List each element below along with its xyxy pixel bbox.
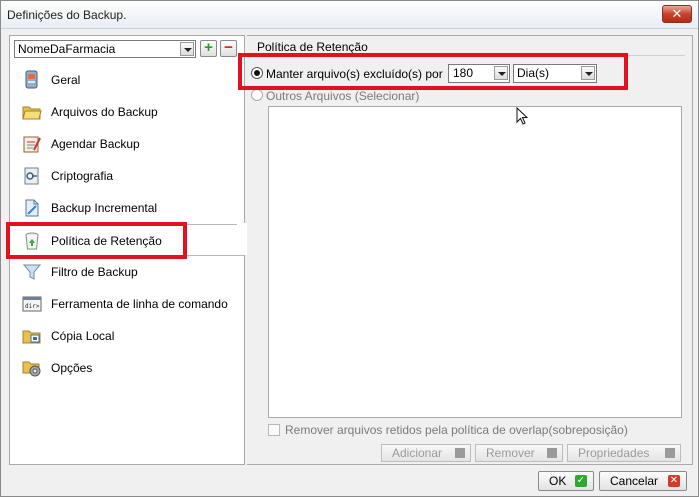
group-divider: [251, 55, 685, 56]
remove-file-button[interactable]: Remover: [475, 444, 563, 462]
schedule-icon: [22, 134, 42, 154]
chevron-down-icon[interactable]: [581, 66, 595, 80]
sidebar-item-ferramenta-de-linha-de-comando[interactable]: dir> Ferramenta de linha de comando: [10, 288, 244, 320]
sidebar-item-arquivos-do-backup[interactable]: Arquivos do Backup: [10, 96, 244, 128]
ok-button[interactable]: OK ✓: [538, 471, 594, 491]
retention-unit-value: Dia(s): [517, 66, 549, 80]
sidebar-item-label: Arquivos do Backup: [51, 105, 158, 119]
trash-icon: [547, 448, 557, 458]
sidebar-item-opcoes[interactable]: Opções: [10, 352, 244, 384]
add-file-label: Adicionar: [392, 446, 443, 460]
sidebar-item-politica-de-retencao[interactable]: Política de Retenção: [10, 224, 244, 256]
other-files-radio[interactable]: [251, 89, 263, 101]
sidebar-item-filtro-de-backup[interactable]: Filtro de Backup: [10, 256, 244, 288]
svg-text:dir>: dir>: [25, 303, 40, 310]
sidebar-item-backup-incremental[interactable]: Backup Incremental: [10, 192, 244, 224]
profile-row: NomeDaFarmacia + −: [14, 40, 240, 60]
sidebar-item-copia-local[interactable]: Cópia Local: [10, 320, 244, 352]
local-copy-icon: [22, 326, 42, 346]
chevron-down-icon[interactable]: [494, 66, 508, 80]
sidebar-item-label: Cópia Local: [51, 329, 115, 343]
document-icon: [455, 448, 465, 458]
sidebar-item-label: Política de Retenção: [51, 234, 162, 248]
retention-days-select[interactable]: 180: [448, 64, 510, 83]
mouse-pointer-icon: [516, 106, 530, 130]
sidebar-item-label: Agendar Backup: [51, 137, 140, 151]
add-file-button[interactable]: Adicionar: [381, 444, 471, 462]
encryption-icon: [22, 166, 42, 186]
window-title: Definições do Backup.: [7, 8, 127, 22]
sidebar-item-geral[interactable]: Geral: [10, 64, 244, 96]
properties-label: Propriedades: [578, 446, 650, 460]
folder-icon: [22, 102, 42, 122]
settings-nav-list: Geral Arquivos do Backup Agendar Backup …: [10, 64, 244, 384]
retention-policy-panel: Política de Retenção Manter arquivo(s) e…: [247, 35, 693, 465]
properties-button[interactable]: Propriedades: [567, 444, 681, 462]
filter-icon: [22, 262, 42, 282]
remove-overlap-checkbox[interactable]: [268, 424, 280, 436]
sidebar-item-label: Ferramenta de linha de comando: [51, 297, 228, 311]
minus-icon: −: [224, 39, 233, 56]
other-files-list[interactable]: [268, 106, 682, 418]
backup-settings-window: Definições do Backup. ✕ NomeDaFarmacia +…: [0, 0, 699, 497]
sidebar-item-agendar-backup[interactable]: Agendar Backup: [10, 128, 244, 160]
close-window-button[interactable]: ✕: [662, 5, 692, 23]
retention-days-value: 180: [453, 66, 474, 80]
chevron-down-icon[interactable]: [180, 42, 194, 56]
sidebar-item-label: Opções: [51, 361, 93, 375]
incremental-icon: [22, 198, 42, 218]
ok-label: OK: [549, 474, 567, 488]
sidebar-item-label: Criptografia: [51, 169, 114, 183]
profile-select-value: NomeDaFarmacia: [18, 42, 116, 56]
command-line-icon: dir>: [22, 294, 42, 314]
plus-icon: +: [204, 39, 213, 56]
keep-deleted-label: Manter arquivo(s) excluído(s) por: [266, 67, 443, 81]
general-icon: [22, 70, 42, 90]
recycle-bin-icon: [22, 231, 42, 251]
retention-unit-select[interactable]: Dia(s): [513, 64, 597, 83]
title-bar[interactable]: Definições do Backup. ✕: [1, 1, 698, 29]
settings-nav-panel: NomeDaFarmacia + − Geral Arquivos do Bac…: [9, 35, 245, 465]
close-icon: ✕: [671, 6, 683, 21]
cancel-button[interactable]: Cancelar ✕: [599, 471, 687, 491]
sidebar-item-label: Geral: [51, 73, 81, 87]
cancel-label: Cancelar: [610, 474, 659, 488]
checkmark-icon: ✓: [575, 475, 587, 487]
sidebar-item-label: Filtro de Backup: [51, 265, 138, 279]
properties-icon: [665, 448, 675, 458]
other-files-label: Outros Arquivos (Selecionar): [266, 89, 420, 103]
remove-file-label: Remover: [486, 446, 535, 460]
remove-overlap-label: Remover arquivos retidos pela política d…: [285, 423, 628, 437]
keep-deleted-radio[interactable]: [251, 67, 263, 79]
close-icon: ✕: [668, 475, 680, 487]
add-profile-button[interactable]: +: [200, 40, 217, 57]
remove-profile-button[interactable]: −: [220, 40, 237, 57]
sidebar-item-criptografia[interactable]: Criptografia: [10, 160, 244, 192]
options-gear-icon: [22, 358, 42, 378]
group-title: Política de Retenção: [257, 40, 368, 54]
profile-select[interactable]: NomeDaFarmacia: [14, 40, 196, 58]
sidebar-item-label: Backup Incremental: [51, 201, 158, 215]
